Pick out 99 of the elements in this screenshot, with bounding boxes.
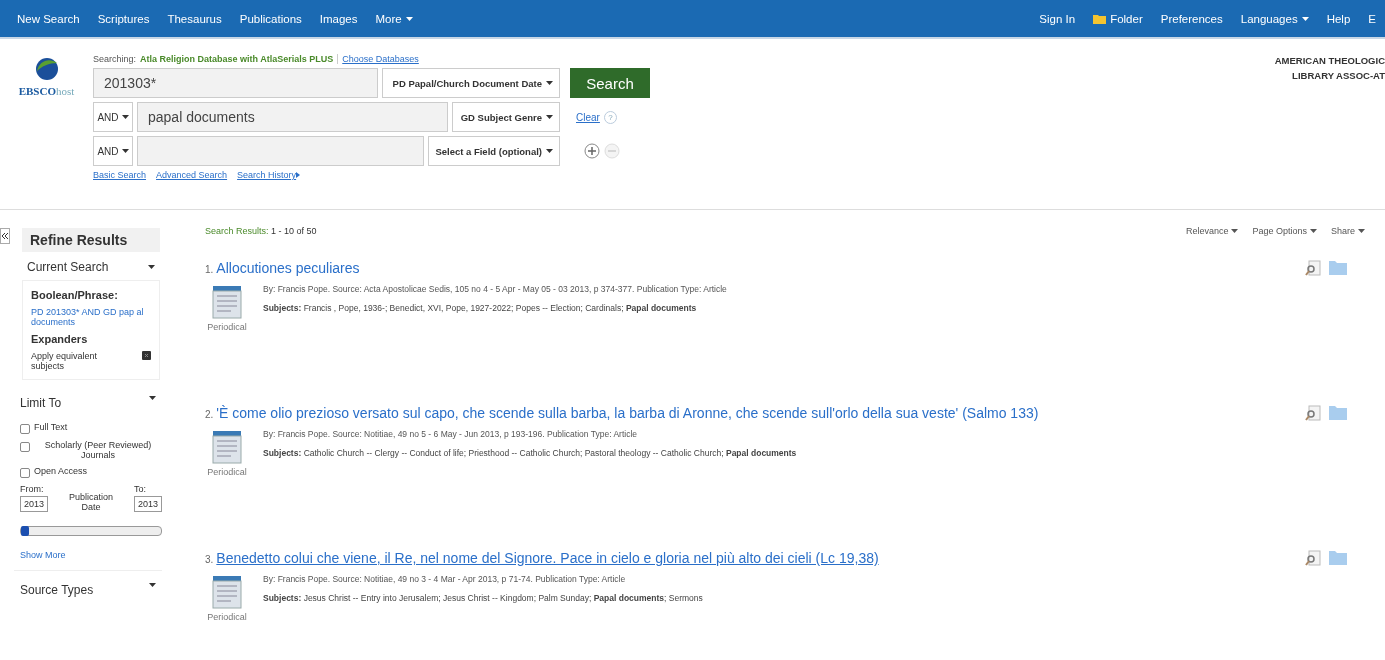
result-metadata: By: Francis Pope. Source: Acta Apostolicae Sedis, 105 no 4 - 5 Apr - May 05 - 03 2013, p 374-377. Publication Type: Article xyxy=(263,284,727,294)
date-slider[interactable] xyxy=(20,526,162,536)
boolean-query-link[interactable]: PD 201303* AND GD pap al documents xyxy=(31,307,151,327)
add-row-icon[interactable] xyxy=(584,143,600,159)
caret-icon xyxy=(546,81,553,85)
checkbox[interactable] xyxy=(20,424,30,434)
operator-dropdown[interactable]: AND xyxy=(93,102,133,132)
search-field[interactable]: 201303* xyxy=(93,68,378,98)
nav-link[interactable]: Help xyxy=(1317,12,1360,25)
search-link[interactable]: Search History xyxy=(237,170,301,180)
preview-icon[interactable] xyxy=(1305,405,1321,421)
section-title[interactable]: Current Search xyxy=(27,260,109,274)
boolean-label: Boolean/Phrase: xyxy=(31,289,119,301)
nav-link[interactable]: E xyxy=(1359,12,1385,25)
nav-link[interactable]: Thesaurus xyxy=(158,12,231,25)
result-number: 1. xyxy=(205,264,214,275)
checkbox[interactable] xyxy=(20,442,30,452)
publication-type: Periodical xyxy=(207,612,247,622)
nav-link[interactable]: Images xyxy=(310,12,367,25)
nav-link[interactable]: Preferences xyxy=(1151,12,1232,25)
preview-icon[interactable] xyxy=(1305,260,1321,276)
search-field[interactable]: papal documents xyxy=(137,102,448,132)
periodical-icon xyxy=(211,284,243,320)
show-more-link[interactable]: Show More xyxy=(14,550,162,560)
to-label: To: xyxy=(133,484,146,494)
triangle-icon xyxy=(296,172,301,178)
field-dropdown[interactable]: GD Subject Genre xyxy=(452,102,560,132)
caret-icon xyxy=(149,583,156,587)
nav-link[interactable]: Publications xyxy=(230,12,311,25)
preview-icon[interactable] xyxy=(1305,550,1321,566)
remove-icon[interactable] xyxy=(142,351,151,360)
toolbar-dropdown[interactable]: Page Options xyxy=(1252,226,1317,236)
caret-icon xyxy=(1309,229,1317,233)
search-field[interactable] xyxy=(137,136,424,166)
collapse-button[interactable] xyxy=(0,228,10,244)
results-label: Search Results: xyxy=(205,226,269,236)
nav-link[interactable]: Scriptures xyxy=(88,12,159,25)
operator-dropdown[interactable]: AND xyxy=(93,136,133,166)
publication-type: Periodical xyxy=(207,322,247,332)
caret-icon xyxy=(546,149,553,153)
result-title-link[interactable]: 'È come olio prezioso versato sul capo, che scende sulla barba, la barba di Aronne, che scende sull'orlo della sua veste' (Salmo 133) xyxy=(216,405,1039,421)
results-range: 1 - 10 of 50 xyxy=(271,226,317,236)
logo-icon xyxy=(34,57,59,81)
search-link[interactable]: Basic Search xyxy=(93,170,147,180)
choose-databases-link[interactable]: Choose Databases xyxy=(337,54,419,64)
from-year-field[interactable]: 2013 xyxy=(20,496,49,512)
nav-link[interactable]: More xyxy=(366,12,422,25)
to-year-field[interactable]: 2013 xyxy=(133,496,162,512)
field-dropdown[interactable]: Select a Field (optional) xyxy=(428,136,560,166)
periodical-icon xyxy=(211,429,243,465)
result-subjects: Subjects: Catholic Church -- Clergy -- Conduct of life; Priesthood -- Catholic Church; Pastoral theology -- Catholic Church; Papal documents xyxy=(263,448,797,458)
folder-icon xyxy=(1093,13,1107,24)
refine-results-header: Refine Results xyxy=(22,228,160,252)
caret-icon xyxy=(1358,229,1365,233)
caret-icon xyxy=(546,115,553,119)
institution-name: AMERICAN THEOLOGIC xyxy=(1274,54,1385,68)
section-title[interactable]: Limit To xyxy=(20,396,62,410)
toolbar-dropdown[interactable]: Relevance xyxy=(1185,226,1239,236)
caret-icon xyxy=(121,149,129,153)
result-title-link[interactable]: Allocutiones peculiares xyxy=(216,260,360,276)
expanders-label: Expanders xyxy=(31,333,89,345)
caret-icon xyxy=(1231,229,1239,233)
expander-text: Apply equivalent subjects xyxy=(31,351,99,371)
result-number: 2. xyxy=(205,409,214,420)
slider-fill[interactable] xyxy=(21,526,29,536)
toolbar-dropdown[interactable]: Share xyxy=(1330,226,1365,236)
field-dropdown[interactable]: PD Papal/Church Document Date xyxy=(382,68,560,98)
caret-icon xyxy=(1301,16,1309,21)
from-label: From: xyxy=(20,484,45,494)
nav-link[interactable]: New Search xyxy=(8,12,89,25)
folder-link[interactable]: Folder xyxy=(1084,12,1152,25)
date-label: Publication Date xyxy=(68,492,114,512)
publication-type: Periodical xyxy=(207,467,247,477)
clear-link[interactable]: Clear xyxy=(576,111,600,123)
result-title-link[interactable]: Benedetto colui che viene, il Re, nel nome del Signore. Pace in cielo e gloria nel più alto dei cieli (Lc 19,38) xyxy=(216,550,879,566)
result-metadata: By: Francis Pope. Source: Notitiae, 49 no 5 - 6 May - Jun 2013, p 193-196. Publication Type: Article xyxy=(263,429,639,439)
result-number: 3. xyxy=(205,554,214,565)
caret-icon xyxy=(148,265,155,269)
caret-icon xyxy=(149,396,156,400)
logo-text: EBSCOhost xyxy=(18,85,75,97)
checkbox-label: Full Text xyxy=(34,422,68,434)
institution-name: LIBRARY ASSOC-AT xyxy=(1291,69,1385,83)
nav-link[interactable]: Sign In xyxy=(1030,12,1085,25)
result-metadata: By: Francis Pope. Source: Notitiae, 49 no 3 - 4 Mar - Apr 2013, p 71-74. Publication Type: Article xyxy=(263,574,627,584)
section-title[interactable]: Source Types xyxy=(20,583,94,597)
checkbox-label: Open Access xyxy=(34,466,88,478)
caret-icon xyxy=(405,16,413,21)
periodical-icon xyxy=(211,574,243,610)
checkbox[interactable] xyxy=(20,468,30,478)
search-button[interactable]: Search xyxy=(570,68,650,98)
nav-link[interactable]: Languages xyxy=(1231,12,1318,25)
caret-icon xyxy=(121,115,129,119)
double-chevron-icon xyxy=(2,232,8,239)
search-link[interactable]: Advanced Search xyxy=(156,170,228,180)
result-subjects: Subjects: Jesus Christ -- Entry into Jerusalem; Jesus Christ -- Kingdom; Palm Sunday; Papal documents; Sermons xyxy=(263,593,703,603)
checkbox-label: Scholarly (Peer Reviewed) Journals xyxy=(43,440,153,460)
searching-label: Searching: xyxy=(93,54,137,64)
database-name: Atla Religion Database with AtlaSerials PLUS xyxy=(140,54,334,64)
result-subjects: Subjects: Francis , Pope, 1936-; Benedict, XVI, Pope, 1927-2022; Popes -- Election; Cardinals; Papal documents xyxy=(263,303,698,313)
